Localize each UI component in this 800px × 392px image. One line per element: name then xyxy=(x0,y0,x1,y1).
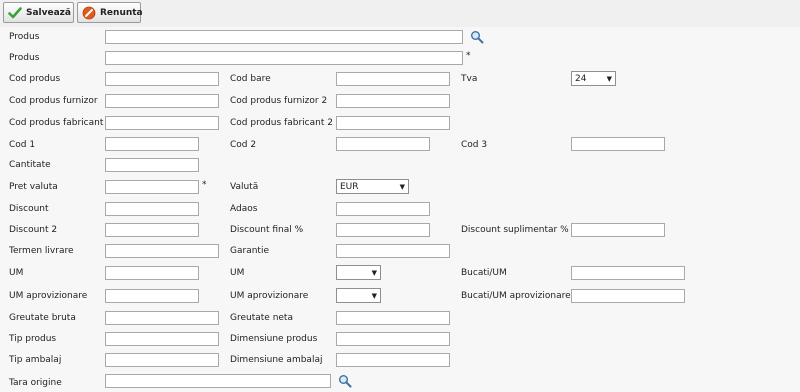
chevron-down-icon: ▼ xyxy=(606,74,612,83)
pret-valuta-input[interactable] xyxy=(105,180,199,194)
discount-input[interactable] xyxy=(105,202,199,216)
label-adaos: Adaos xyxy=(230,204,258,214)
search-icon[interactable] xyxy=(470,30,484,44)
label-cod-produs-fabricant-2: Cod produs fabricant 2 xyxy=(230,118,333,128)
toolbar: Salvează Renunta xyxy=(0,0,800,28)
discount-2-input[interactable] xyxy=(105,223,199,237)
label-greutate-neta: Greutate neta xyxy=(230,313,293,323)
cod-1-input[interactable] xyxy=(105,137,199,151)
cantitate-input[interactable] xyxy=(105,158,199,172)
label-cod-produs-fabricant: Cod produs fabricant xyxy=(9,118,104,128)
save-button[interactable]: Salvează xyxy=(3,2,74,23)
label-dimensiune-produs: Dimensiune produs xyxy=(230,334,318,344)
dimensiune-produs-input[interactable] xyxy=(336,332,450,346)
cancel-icon xyxy=(82,6,96,20)
label-produs-search: Produs xyxy=(9,32,40,42)
label-cod-3: Cod 3 xyxy=(461,140,488,150)
valuta-select[interactable]: EUR ▼ xyxy=(336,179,409,194)
cancel-button[interactable]: Renunta xyxy=(77,2,143,23)
label-tip-produs: Tip produs xyxy=(9,334,57,344)
label-um-aprovizionare: UM aprovizionare xyxy=(9,291,88,301)
cod-produs-fabricant-input[interactable] xyxy=(105,116,219,130)
label-um-aprovizionare-2: UM aprovizionare xyxy=(230,291,309,301)
label-termen-livrare: Termen livrare xyxy=(9,246,74,256)
label-discount-2: Discount 2 xyxy=(9,225,58,235)
bucati-um-input[interactable] xyxy=(571,266,685,280)
tva-select[interactable]: 24 ▼ xyxy=(571,71,616,86)
garantie-input[interactable] xyxy=(336,244,450,258)
greutate-bruta-input[interactable] xyxy=(105,311,219,325)
label-tva: Tva xyxy=(461,74,478,84)
label-discount-suplimentar: Discount suplimentar % xyxy=(461,225,569,235)
cod-produs-input[interactable] xyxy=(105,72,219,86)
label-cod-produs-furnizor-2: Cod produs furnizor 2 xyxy=(230,96,328,106)
dimensiune-ambalaj-input[interactable] xyxy=(336,353,450,367)
save-button-label: Salvează xyxy=(26,7,71,18)
cod-produs-furnizor-input[interactable] xyxy=(105,94,219,108)
bucati-um-aprovizionare-input[interactable] xyxy=(571,289,685,303)
greutate-neta-input[interactable] xyxy=(336,311,450,325)
checkmark-icon xyxy=(8,6,22,20)
tara-origine-input[interactable] xyxy=(105,374,331,388)
cod-3-input[interactable] xyxy=(571,137,665,151)
tva-select-value: 24 xyxy=(575,73,587,84)
cancel-button-label: Renunta xyxy=(100,7,143,18)
label-discount: Discount xyxy=(9,204,49,214)
label-discount-final: Discount final % xyxy=(230,225,304,235)
um-input[interactable] xyxy=(105,266,199,280)
label-greutate-bruta: Greutate bruta xyxy=(9,313,76,323)
label-cod-bare: Cod bare xyxy=(230,74,271,84)
product-form: Produs Produs * Cod produs Cod bare Tva … xyxy=(0,27,800,392)
um-aprovizionare-select[interactable]: ▼ xyxy=(336,288,381,303)
cod-produs-fabricant-2-input[interactable] xyxy=(336,116,450,130)
label-cod-produs: Cod produs xyxy=(9,74,61,84)
cod-2-input[interactable] xyxy=(336,137,430,151)
produs-search-input[interactable] xyxy=(105,30,463,44)
label-cod-produs-furnizor: Cod produs furnizor xyxy=(9,96,98,106)
termen-livrare-input[interactable] xyxy=(105,244,219,258)
label-cantitate: Cantitate xyxy=(9,160,51,170)
valuta-select-value: EUR xyxy=(340,181,359,192)
required-mark: * xyxy=(466,51,471,61)
label-dimensiune-ambalaj: Dimensiune ambalaj xyxy=(230,355,323,365)
label-garantie: Garantie xyxy=(230,246,269,256)
label-tara-origine: Tara origine xyxy=(9,378,62,388)
label-um: UM xyxy=(9,268,24,278)
um-select[interactable]: ▼ xyxy=(336,265,381,280)
required-mark: * xyxy=(202,180,207,190)
label-bucati-um: Bucati/UM xyxy=(461,268,507,278)
um-aprovizionare-input[interactable] xyxy=(105,289,199,303)
label-cod-1: Cod 1 xyxy=(9,140,36,150)
cod-bare-input[interactable] xyxy=(336,72,450,86)
discount-final-input[interactable] xyxy=(336,223,430,237)
label-pret-valuta: Pret valuta xyxy=(9,182,58,192)
label-valuta: Valută xyxy=(230,182,259,192)
tip-produs-input[interactable] xyxy=(105,332,219,346)
produs-input[interactable] xyxy=(105,51,463,65)
chevron-down-icon: ▼ xyxy=(371,268,377,277)
tip-ambalaj-input[interactable] xyxy=(105,353,219,367)
label-produs: Produs xyxy=(9,53,40,63)
label-bucati-um-aprovizionare: Bucati/UM aprovizionare xyxy=(461,291,571,301)
chevron-down-icon: ▼ xyxy=(399,182,405,191)
discount-suplimentar-input[interactable] xyxy=(571,223,665,237)
adaos-input[interactable] xyxy=(336,202,430,216)
cod-produs-furnizor-2-input[interactable] xyxy=(336,94,450,108)
label-um-2: UM xyxy=(230,268,245,278)
search-icon[interactable] xyxy=(338,374,352,388)
label-cod-2: Cod 2 xyxy=(230,140,257,150)
label-tip-ambalaj: Tip ambalaj xyxy=(9,355,62,365)
chevron-down-icon: ▼ xyxy=(371,291,377,300)
